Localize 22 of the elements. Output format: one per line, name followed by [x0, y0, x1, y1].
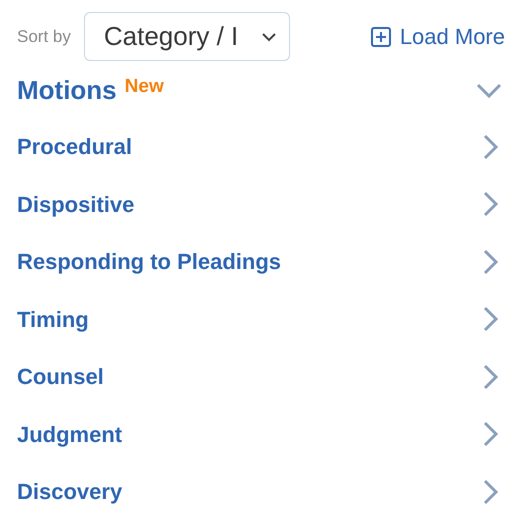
- category-label: Counsel: [17, 363, 104, 392]
- category-label: Judgment: [17, 420, 122, 449]
- category-row[interactable]: Counsel: [17, 348, 502, 406]
- category-row[interactable]: Judgment: [17, 406, 502, 463]
- category-label: Responding to Pleadings: [17, 248, 282, 276]
- category-row[interactable]: Timing: [17, 290, 502, 348]
- section-header[interactable]: Motions New: [17, 63, 502, 118]
- category-row[interactable]: Dispositive: [17, 176, 502, 233]
- plus-square-icon: [370, 26, 391, 46]
- category-row[interactable]: Procedural: [17, 118, 502, 176]
- category-label: Discovery: [17, 478, 122, 506]
- category-label: Dispositive: [17, 190, 134, 219]
- chevron-down-icon: [260, 32, 277, 42]
- category-label: Procedural: [17, 133, 132, 162]
- section-title: Motions: [17, 74, 117, 107]
- new-label: New: [124, 75, 164, 99]
- sort-dropdown[interactable]: Category / I: [84, 12, 290, 61]
- load-more-button[interactable]: Load More: [370, 20, 505, 53]
- sort-label: Sort by: [17, 26, 71, 48]
- category-row[interactable]: Responding to Pleadings: [17, 233, 502, 290]
- category-row[interactable]: Discovery: [17, 463, 502, 520]
- category-label: Timing: [17, 306, 89, 334]
